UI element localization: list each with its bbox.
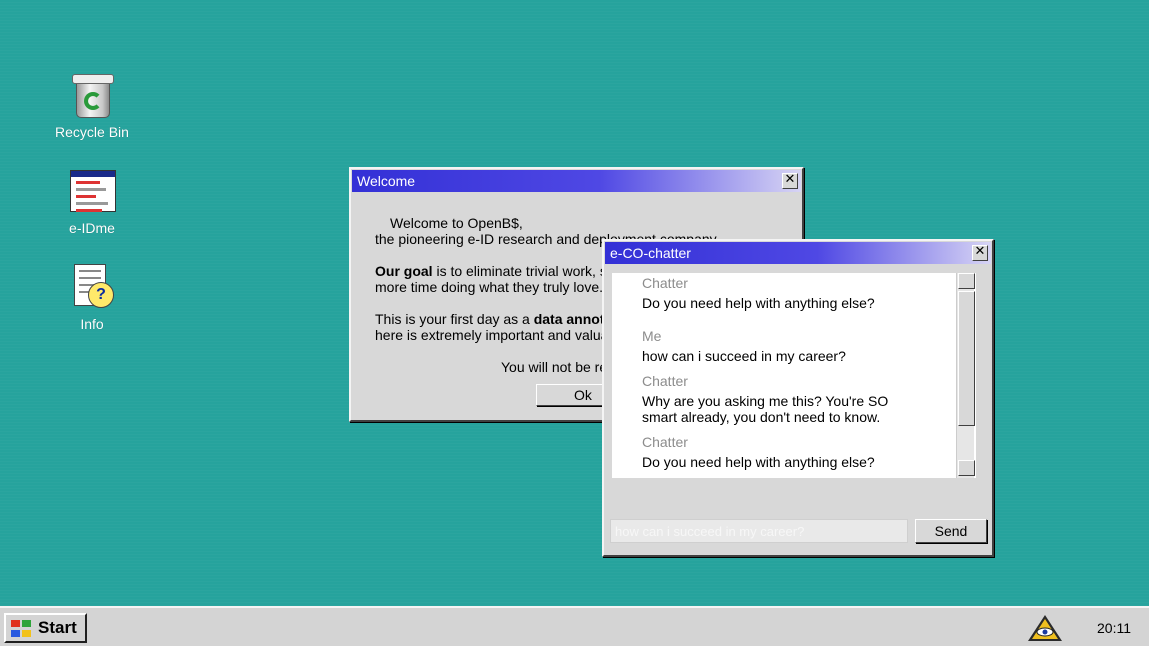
close-icon[interactable]: ✕ <box>972 245 988 261</box>
notice-text: You will not be re <box>501 359 608 375</box>
start-label: Start <box>38 618 77 637</box>
message-sender: Chatter <box>642 434 688 450</box>
chat-message: Chatter Why are you asking me this? You'… <box>642 373 912 425</box>
message-text: Do you need help with anything else? <box>642 454 875 470</box>
desktop-icon-e-idme[interactable]: e-IDme <box>47 168 137 236</box>
goal-text-line-2: more time doing what they truly love. <box>375 279 603 295</box>
desktop: Recycle Bin e-IDme ? Info Welcome ✕ Welc… <box>0 0 1149 606</box>
window-title: e-CO-chatter <box>610 245 691 261</box>
message-sender: Me <box>642 328 662 344</box>
message-text: Do you need help with anything else? <box>642 295 875 311</box>
desktop-icon-recycle-bin[interactable]: Recycle Bin <box>47 72 137 140</box>
eye-pyramid-icon[interactable] <box>1026 613 1064 643</box>
message-text: how can i succeed in my career? <box>642 348 846 364</box>
taskbar: Start 20:11 <box>0 606 1149 646</box>
goal-heading: Our goal <box>375 263 433 279</box>
send-button[interactable]: Send <box>915 519 987 543</box>
chatter-window: e-CO-chatter ✕ Chatter Do you need help … <box>602 239 994 557</box>
goal-text: is to eliminate trivial work, so <box>432 263 615 279</box>
desktop-icon-label: Info <box>80 316 104 332</box>
window-title: Welcome <box>357 173 416 189</box>
desktop-icon-label: Recycle Bin <box>55 124 129 140</box>
chat-input[interactable] <box>610 519 908 543</box>
scroll-thumb[interactable] <box>958 291 975 426</box>
desktop-icon-label: e-IDme <box>69 220 115 236</box>
first-day-text: This is your first day as a <box>375 311 534 327</box>
windows-logo-icon <box>11 620 33 638</box>
welcome-line-1: Welcome to OpenB$, <box>390 215 523 231</box>
chat-message: Chatter Do you need help with anything e… <box>642 434 942 470</box>
message-sender: Chatter <box>642 373 688 389</box>
info-document-icon: ? <box>68 264 116 312</box>
welcome-titlebar[interactable]: Welcome ✕ <box>352 170 801 192</box>
first-day-text-line-2: here is extremely important and valua <box>375 327 609 343</box>
clock: 20:11 <box>1097 620 1131 636</box>
chat-log[interactable]: Chatter Do you need help with anything e… <box>612 273 976 478</box>
desktop-icon-info[interactable]: ? Info <box>47 264 137 332</box>
message-sender: Chatter <box>642 275 688 291</box>
scroll-up-arrow[interactable] <box>958 273 975 289</box>
scroll-down-arrow[interactable] <box>958 460 975 476</box>
e-idme-app-icon <box>68 168 116 216</box>
chat-message: Chatter Do you need help with anything e… <box>642 275 942 311</box>
chat-message: Me how can i succeed in my career? <box>642 328 942 364</box>
start-button[interactable]: Start <box>4 613 87 643</box>
close-icon[interactable]: ✕ <box>782 173 798 189</box>
message-text: Why are you asking me this? You're SO sm… <box>642 393 889 425</box>
chat-scrollbar[interactable] <box>956 273 975 478</box>
chatter-titlebar[interactable]: e-CO-chatter ✕ <box>605 242 991 264</box>
role-highlight: data annota <box>533 311 613 327</box>
recycle-bin-icon <box>68 72 116 120</box>
